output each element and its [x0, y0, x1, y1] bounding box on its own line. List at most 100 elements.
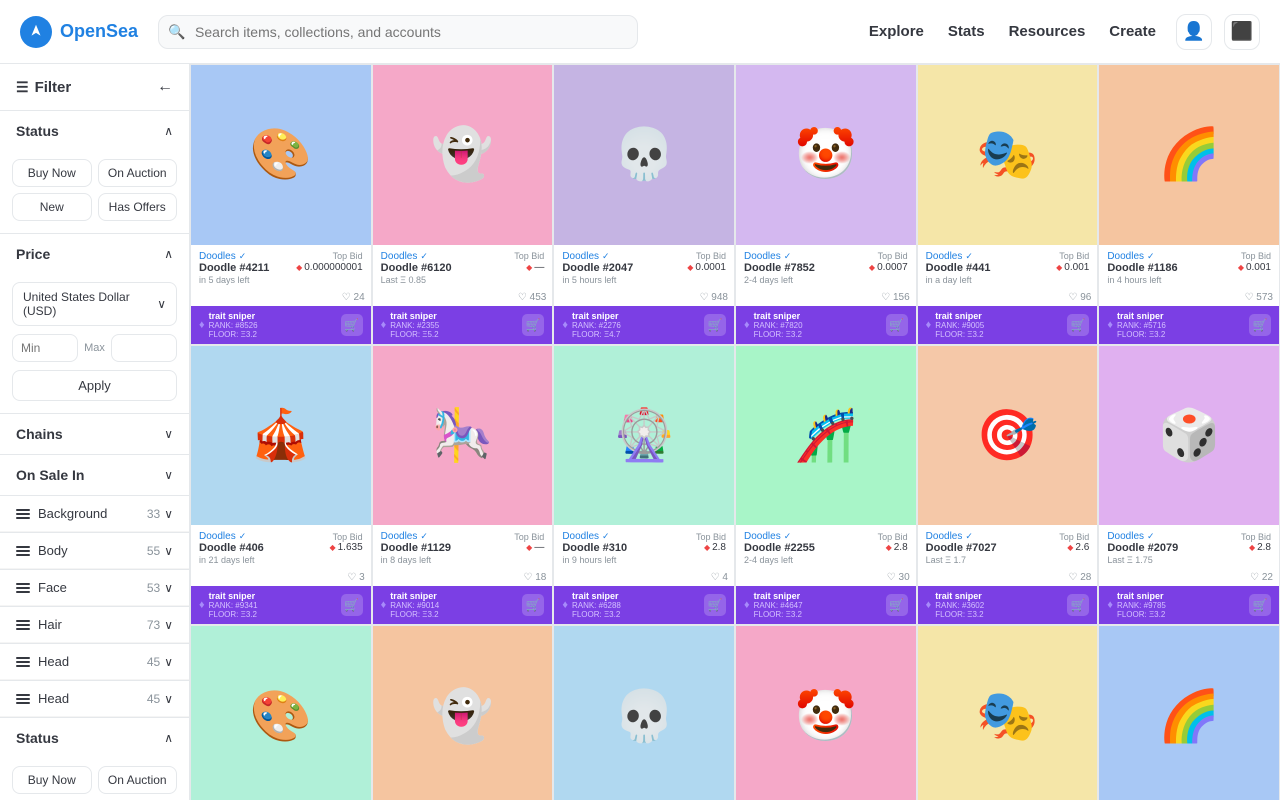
buy-now-btn2[interactable]: Buy Now: [12, 766, 92, 794]
card-name: Doodle #2047: [562, 262, 633, 274]
min-price-input[interactable]: [12, 334, 78, 362]
sniper-cart-button[interactable]: 🛒: [886, 314, 908, 336]
sniper-cart-button[interactable]: 🛒: [704, 314, 726, 336]
nav-explore[interactable]: Explore: [869, 23, 924, 40]
sniper-floor: FLOOR: Ξ3.2: [209, 610, 258, 619]
buy-now-btn[interactable]: Buy Now: [12, 159, 92, 187]
sniper-cart-button[interactable]: 🛒: [522, 314, 544, 336]
nft-card[interactable]: 🎨 Doodles ✓ Top Bid Doodle #??1 ◆— ♡ 0: [190, 625, 372, 800]
card-name-row: Doodle #1129 ◆—: [381, 542, 545, 554]
nft-card[interactable]: 🎠 Doodles ✓ Top Bid Doodle #1129 ◆— in 8…: [372, 345, 554, 626]
nav-resources[interactable]: Resources: [1009, 23, 1086, 40]
sniper-bar: ♦ trait sniper RANK: #3602 FLOOR: Ξ3.2 🛒: [918, 586, 1098, 624]
back-arrow[interactable]: ←: [157, 78, 173, 96]
on-auction-btn[interactable]: On Auction: [98, 159, 178, 187]
nft-card[interactable]: 👻 Doodles ✓ Top Bid Doodle #6120 ◆— Last…: [372, 64, 554, 345]
nft-face: 🌈: [1099, 626, 1279, 800]
body-icon: [16, 546, 30, 556]
face-row[interactable]: Face 53 ∨: [0, 570, 189, 606]
chains-header[interactable]: Chains ∨: [0, 414, 189, 454]
nft-face: 🎭: [918, 626, 1098, 800]
new-btn[interactable]: New: [12, 193, 92, 221]
profile-button[interactable]: 👤: [1176, 14, 1212, 50]
head2-chevron: ∨: [164, 692, 173, 706]
sniper-cart-button[interactable]: 🛒: [1249, 314, 1271, 336]
verified-badge: ✓: [239, 251, 247, 262]
sidebar-section-face: Face 53 ∨: [0, 570, 189, 607]
to-label: Max: [84, 342, 105, 354]
chains-title: Chains: [16, 426, 63, 442]
sniper-cart-button[interactable]: 🛒: [522, 594, 544, 616]
background-row[interactable]: Background 33 ∨: [0, 496, 189, 532]
hair-row[interactable]: Hair 73 ∨: [0, 607, 189, 643]
nft-card[interactable]: 🎨 Doodles ✓ Top Bid Doodle #4211 ◆0.0000…: [190, 64, 372, 345]
sniper-cart-button[interactable]: 🛒: [704, 594, 726, 616]
search-input[interactable]: [158, 15, 638, 49]
sniper-left: ♦ trait sniper RANK: #9341 FLOOR: Ξ3.2: [199, 591, 258, 619]
on-auction-btn2[interactable]: On Auction: [98, 766, 178, 794]
sniper-cart-button[interactable]: 🛒: [886, 594, 908, 616]
card-likes-row: ♡ 24: [191, 289, 371, 306]
nft-card[interactable]: 🎭 Doodles ✓ Top Bid Doodle #441 ◆0.001 i…: [917, 64, 1099, 345]
nav-create[interactable]: Create: [1109, 23, 1156, 40]
face-count: 53: [147, 581, 160, 595]
sniper-diamond-icon: ♦: [199, 319, 205, 331]
nft-card[interactable]: 🎯 Doodles ✓ Top Bid Doodle #7027 ◆2.6 La…: [917, 345, 1099, 626]
head2-label: Head: [38, 691, 69, 706]
max-price-input[interactable]: [111, 334, 177, 362]
nft-card[interactable]: 👻 Doodles ✓ Top Bid Doodle #??2 ◆— ♡ 0: [372, 625, 554, 800]
status-buttons: Buy Now On Auction New Has Offers: [0, 151, 189, 233]
sniper-cart-button[interactable]: 🛒: [341, 594, 363, 616]
status2-section-header[interactable]: Status ∧: [0, 718, 189, 758]
card-info: Doodles ✓ Top Bid Doodle #1129 ◆— in 8 d…: [373, 525, 553, 569]
sniper-cart-button[interactable]: 🛒: [1249, 594, 1271, 616]
sniper-logo: trait sniper: [935, 311, 984, 321]
sniper-rank: RANK: #7820: [754, 321, 803, 330]
nft-card[interactable]: 💀 Doodles ✓ Top Bid Doodle #2047 ◆0.0001…: [553, 64, 735, 345]
nft-face: 🎯: [918, 346, 1098, 526]
card-sub: Last Ξ 1.75: [1107, 555, 1271, 565]
apply-button[interactable]: Apply: [12, 370, 177, 401]
sniper-logo: trait sniper: [209, 311, 258, 321]
card-info: Doodles ✓ Top Bid Doodle #6120 ◆— Last Ξ…: [373, 245, 553, 289]
card-name-row: Doodle #310 ◆2.8: [562, 542, 726, 554]
has-offers-btn[interactable]: Has Offers: [98, 193, 178, 221]
logo[interactable]: OpenSea: [20, 16, 138, 48]
sniper-cart-button[interactable]: 🛒: [1067, 594, 1089, 616]
on-sale-header[interactable]: On Sale In ∨: [0, 455, 189, 495]
card-name: Doodle #310: [562, 542, 627, 554]
sniper-cart-button[interactable]: 🛒: [341, 314, 363, 336]
sniper-left: ♦ trait sniper RANK: #9014 FLOOR: Ξ3.2: [381, 591, 440, 619]
price-section-header[interactable]: Price ∧: [0, 234, 189, 274]
top-bid-label: Top Bid: [1241, 532, 1271, 542]
nft-card[interactable]: 🌈 Doodles ✓ Top Bid Doodle #??6 ◆— ♡ 0: [1098, 625, 1280, 800]
nft-card[interactable]: 🎲 Doodles ✓ Top Bid Doodle #2079 ◆2.8 La…: [1098, 345, 1280, 626]
sniper-rank: RANK: #2276: [572, 321, 621, 330]
sidebar-section-chains: Chains ∨: [0, 414, 189, 455]
nft-card[interactable]: 🎢 Doodles ✓ Top Bid Doodle #2255 ◆2.8 2-…: [735, 345, 917, 626]
sniper-cart-button[interactable]: 🛒: [1067, 314, 1089, 336]
sniper-bar: ♦ trait sniper RANK: #5716 FLOOR: Ξ3.2 🛒: [1099, 306, 1279, 344]
sniper-info: trait sniper RANK: #2355 FLOOR: Ξ5.2: [390, 311, 439, 339]
wallet-button[interactable]: ⬛: [1224, 14, 1260, 50]
face-icon: [16, 583, 30, 593]
nft-card[interactable]: 🤡 Doodles ✓ Top Bid Doodle #7852 ◆0.0007…: [735, 64, 917, 345]
body-count: 55: [147, 544, 160, 558]
nft-card[interactable]: 🌈 Doodles ✓ Top Bid Doodle #1186 ◆0.001 …: [1098, 64, 1280, 345]
card-info: Doodles ✓ Top Bid Doodle #406 ◆1.635 in …: [191, 525, 371, 569]
currency-select[interactable]: United States Dollar (USD) ∨: [12, 282, 177, 326]
nft-card[interactable]: 🎪 Doodles ✓ Top Bid Doodle #406 ◆1.635 i…: [190, 345, 372, 626]
nft-card[interactable]: 🤡 Doodles ✓ Top Bid Doodle #??4 ◆— ♡ 0: [735, 625, 917, 800]
status-section-header[interactable]: Status ∧: [0, 111, 189, 151]
head1-row[interactable]: Head 45 ∨: [0, 644, 189, 680]
card-image: 🎪: [191, 346, 371, 526]
body-label: Body: [38, 543, 68, 558]
nav-stats[interactable]: Stats: [948, 23, 985, 40]
head2-row[interactable]: Head 45 ∨: [0, 681, 189, 717]
nft-card[interactable]: 🎡 Doodles ✓ Top Bid Doodle #310 ◆2.8 in …: [553, 345, 735, 626]
card-name-row: Doodle #2047 ◆0.0001: [562, 262, 726, 274]
card-collection: Doodles ✓: [562, 531, 609, 542]
nft-card[interactable]: 🎭 Doodles ✓ Top Bid Doodle #??5 ◆— ♡ 0: [917, 625, 1099, 800]
body-row[interactable]: Body 55 ∨: [0, 533, 189, 569]
nft-card[interactable]: 💀 Doodles ✓ Top Bid Doodle #??3 ◆— ♡ 0: [553, 625, 735, 800]
